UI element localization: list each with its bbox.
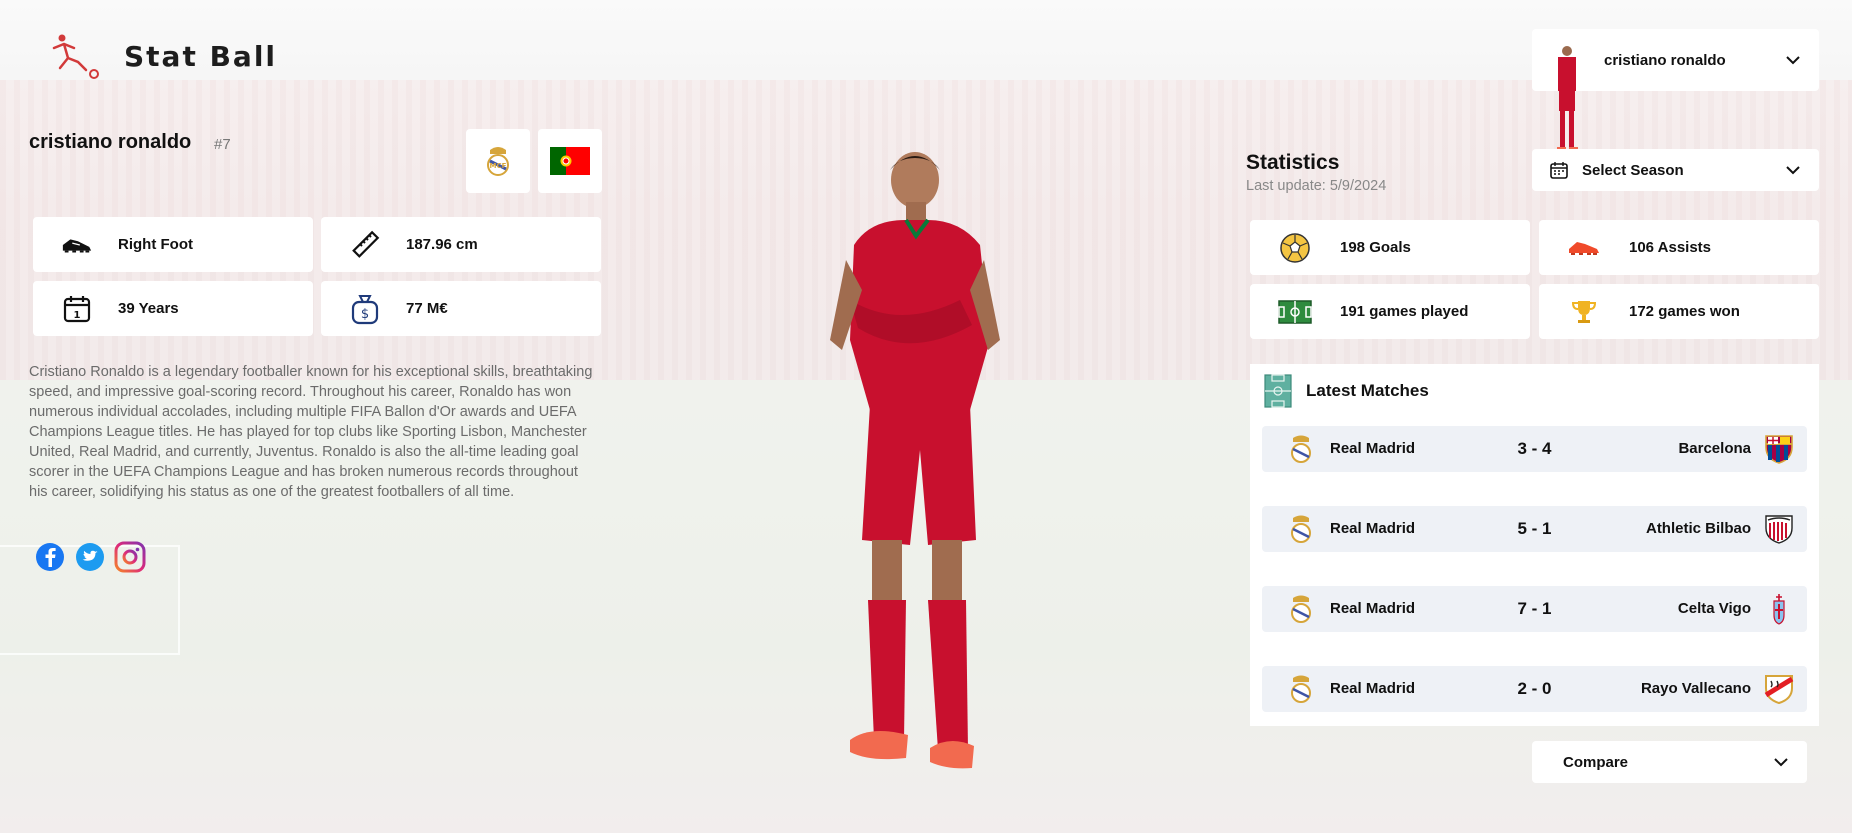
app-logo[interactable]: Stat Ball	[50, 32, 277, 80]
player-number: #7	[214, 136, 231, 153]
match-row[interactable]: Real Madrid 7 - 1 Celta Vigo	[1262, 586, 1807, 632]
market-value-card: $ 77 M€	[321, 281, 601, 336]
barcelona-crest-icon	[1765, 435, 1793, 464]
games-played-card: 191 games played	[1250, 284, 1530, 339]
match-row[interactable]: Real Madrid 3 - 4 Barcelona	[1262, 426, 1807, 472]
height-card: 187.96 cm	[321, 217, 601, 272]
svg-text:1: 1	[74, 310, 81, 321]
away-team: Barcelona	[1678, 440, 1751, 457]
cleat-icon	[1567, 232, 1601, 264]
player-thumbnail	[1557, 46, 1578, 152]
preferred-foot-value: Right Foot	[118, 236, 193, 253]
away-team: Rayo Vallecano	[1640, 680, 1751, 697]
age-value: 39 Years	[118, 300, 179, 317]
player-select[interactable]: cristiano ronaldo	[1532, 29, 1819, 152]
latest-matches-title: Latest Matches	[1306, 381, 1429, 400]
athletic-bilbao-crest-icon	[1765, 515, 1793, 544]
compare-label: Compare	[1563, 753, 1629, 771]
rayo-vallecano-crest-icon	[1764, 675, 1794, 705]
trophy-icon	[1567, 296, 1601, 328]
pitch-icon	[1264, 374, 1292, 408]
twitter-icon[interactable]	[74, 541, 106, 573]
chevron-down-icon	[1786, 166, 1800, 175]
nation-flag-card[interactable]	[538, 129, 602, 193]
ruler-icon	[349, 229, 381, 261]
svg-text:MCF: MCF	[490, 162, 507, 170]
chevron-down-icon	[1786, 56, 1800, 65]
player-name: cristiano ronaldo	[29, 131, 192, 153]
games-won-card: 172 games won	[1539, 284, 1819, 339]
calendar-icon: 1	[61, 293, 93, 325]
boot-icon	[61, 229, 93, 261]
ball-icon	[1278, 232, 1312, 264]
latest-matches-header: Latest Matches	[1264, 374, 1429, 408]
assists-value: 106 Assists	[1629, 239, 1712, 256]
season-select[interactable]: Select Season	[1532, 149, 1819, 191]
goals-card: 198 Goals	[1250, 220, 1530, 275]
games-played-value: 191 games played	[1340, 303, 1469, 320]
celta-vigo-crest-icon	[1773, 594, 1785, 625]
away-team: Celta Vigo	[1677, 600, 1751, 617]
chevron-down-icon	[1774, 758, 1788, 767]
latest-matches-panel: Latest Matches Real Madrid 3 - 4 Barcelo…	[1250, 364, 1819, 726]
statistics-title: Statistics	[1246, 151, 1340, 174]
preferred-foot-card: Right Foot	[33, 217, 313, 272]
away-team: Athletic Bilbao	[1645, 520, 1751, 537]
season-select-label: Select Season	[1582, 161, 1684, 179]
portugal-flag-icon	[550, 147, 590, 175]
pitch-icon	[1278, 296, 1312, 328]
svg-text:$: $	[361, 307, 369, 322]
facebook-icon[interactable]	[34, 541, 66, 573]
player-photo	[830, 152, 1000, 769]
instagram-icon[interactable]	[114, 541, 146, 573]
logo-text: Stat Ball	[124, 39, 278, 73]
games-won-value: 172 games won	[1629, 303, 1740, 320]
real-madrid-crest-icon: MCF	[487, 147, 509, 176]
match-row[interactable]: Real Madrid 2 - 0 Rayo Vallecano	[1262, 666, 1807, 712]
social-links	[34, 541, 146, 573]
kicker-logo-icon	[52, 34, 99, 79]
assists-card: 106 Assists	[1539, 220, 1819, 275]
age-card: 1 39 Years	[33, 281, 313, 336]
compare-select[interactable]: Compare	[1532, 741, 1807, 783]
height-value: 187.96 cm	[406, 236, 478, 253]
selected-player-name: cristiano ronaldo	[1604, 51, 1726, 69]
match-row[interactable]: Real Madrid 5 - 1 Athletic Bilbao	[1262, 506, 1807, 552]
last-update-text: Last update: 5/9/2024	[1246, 178, 1387, 194]
market-value: 77 M€	[406, 300, 448, 317]
club-badge-card[interactable]: MCF	[466, 129, 530, 193]
goals-value: 198 Goals	[1340, 239, 1411, 256]
money-bag-icon: $	[349, 293, 381, 325]
calendar-icon	[1550, 162, 1568, 179]
player-bio: Cristiano Ronaldo is a legendary footbal…	[29, 364, 593, 500]
